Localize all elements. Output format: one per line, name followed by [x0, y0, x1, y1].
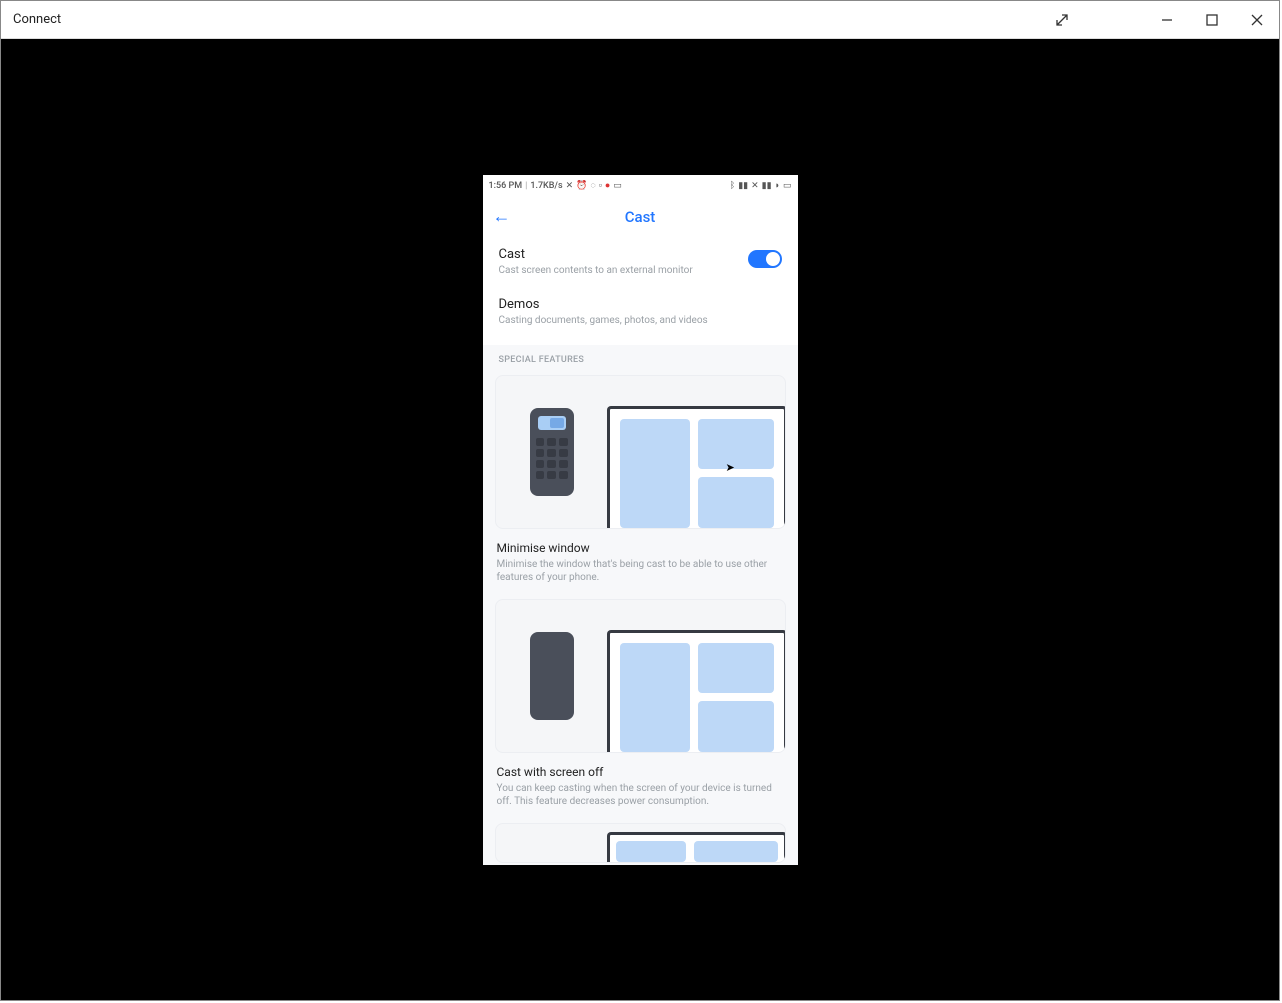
- alarm-icon: ⏰: [576, 181, 587, 191]
- x-icon: ▫: [599, 180, 602, 191]
- signal2-icon: ▮▮: [762, 181, 772, 191]
- status-time: 1:56 PM: [489, 181, 523, 191]
- close-icon[interactable]: [1234, 1, 1279, 39]
- feature-third-illustration: [495, 823, 786, 863]
- feature-third: [483, 819, 798, 863]
- phone-statusbar: 1:56 PM | 1.7KB/s ✕ ⏰ ◌ ▫ ● ▭ ᛒ ▮▮ ✕ ▮▮ …: [483, 175, 798, 197]
- demos-row[interactable]: Demos Casting documents, games, photos, …: [483, 287, 798, 337]
- cast-toggle[interactable]: [748, 250, 782, 268]
- fullscreen-icon[interactable]: [1039, 1, 1084, 39]
- feature-minimise-title: Minimise window: [497, 541, 784, 555]
- bluetooth-icon: ᛒ: [730, 181, 735, 191]
- feature-minimise: ➤ Minimise window Minimise the window th…: [483, 371, 798, 595]
- monitor-illustration-2: [607, 630, 786, 752]
- feature-minimise-illustration: ➤: [495, 375, 786, 529]
- monitor-illustration-3: [607, 832, 786, 862]
- feature-screenoff-title: Cast with screen off: [497, 765, 784, 779]
- demos-desc: Casting documents, games, photos, and vi…: [499, 314, 782, 327]
- demos-title: Demos: [499, 297, 782, 312]
- cursor-icon: ➤: [726, 461, 735, 474]
- record-icon: ●: [605, 180, 610, 191]
- remote-illustration: [530, 408, 574, 496]
- app-window: Connect 1:56 PM | 1.7KB/s ✕: [0, 0, 1280, 1001]
- feature-screenoff-desc: You can keep casting when the screen of …: [497, 782, 784, 809]
- page-title: Cast: [625, 208, 656, 226]
- monitor-illustration: [607, 406, 786, 528]
- phone-header: ← Cast: [483, 197, 798, 237]
- phone-off-illustration: [530, 632, 574, 720]
- feature-minimise-desc: Minimise the window that's being cast to…: [497, 558, 784, 585]
- minimize-icon[interactable]: [1144, 1, 1189, 39]
- feature-screenoff: Cast with screen off You can keep castin…: [483, 595, 798, 819]
- whatsapp-icon: ◌: [590, 180, 595, 191]
- window-title: Connect: [13, 12, 1039, 27]
- cast-setting-row[interactable]: Cast Cast screen contents to an external…: [483, 237, 798, 287]
- wifi-icon: ◗: [775, 180, 780, 191]
- feature-screenoff-illustration: [495, 599, 786, 753]
- titlebar: Connect: [1, 1, 1279, 39]
- back-arrow-icon[interactable]: ←: [493, 208, 511, 226]
- special-features-header: SPECIAL FEATURES: [483, 345, 798, 371]
- status-speed: 1.7KB/s: [530, 181, 562, 191]
- content-area: 1:56 PM | 1.7KB/s ✕ ⏰ ◌ ▫ ● ▭ ᛒ ▮▮ ✕ ▮▮ …: [1, 39, 1279, 1000]
- titlebar-controls: [1039, 1, 1279, 39]
- signal-icon: ▮▮: [738, 181, 748, 191]
- battery-icon: ▭: [783, 181, 792, 191]
- mirrored-phone-screen: 1:56 PM | 1.7KB/s ✕ ⏰ ◌ ▫ ● ▭ ᛒ ▮▮ ✕ ▮▮ …: [483, 175, 798, 865]
- maximize-icon[interactable]: [1189, 1, 1234, 39]
- youtube-icon: ▭: [613, 181, 622, 191]
- volte-icon: ✕: [751, 181, 759, 191]
- cast-desc: Cast screen contents to an external moni…: [499, 264, 748, 277]
- mute-icon: ✕: [566, 181, 574, 191]
- cast-title: Cast: [499, 247, 748, 262]
